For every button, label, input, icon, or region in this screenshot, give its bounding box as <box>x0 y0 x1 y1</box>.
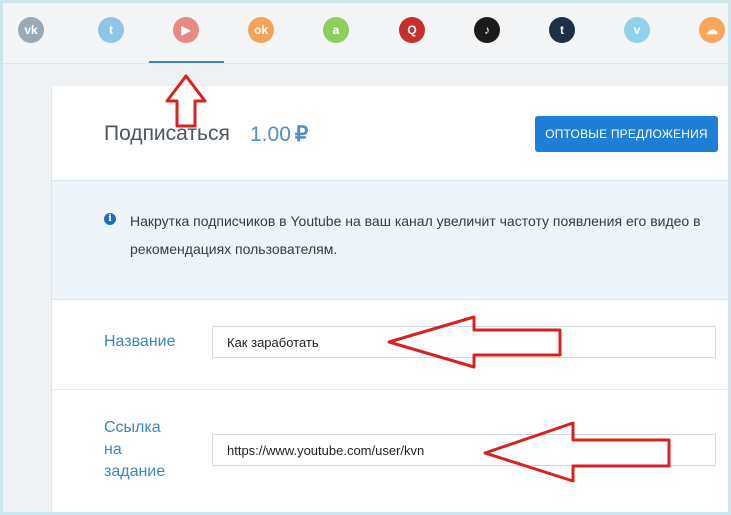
annotation-arrow-up <box>165 74 207 128</box>
annotation-arrow-link <box>483 421 671 483</box>
annotation-arrow-name <box>387 315 562 369</box>
screenshot-frame: vk t ▶ ok a Q ♪ t v ☁ Подписаться 1.00 ₽ … <box>0 0 731 515</box>
annotation-overlay <box>165 74 671 483</box>
